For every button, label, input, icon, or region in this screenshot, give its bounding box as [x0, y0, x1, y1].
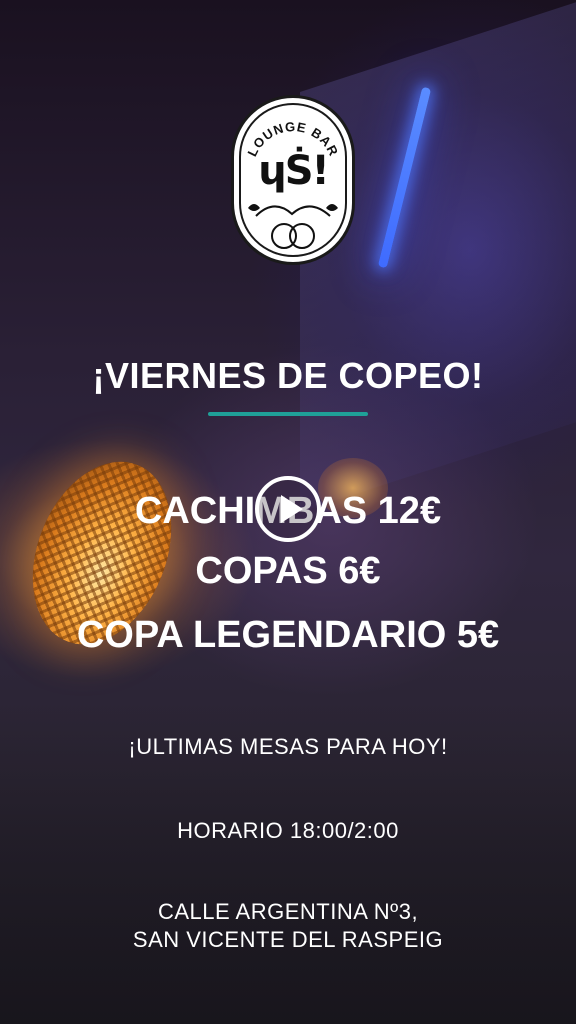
headline-divider: [208, 412, 368, 416]
promo-headline: ¡VIERNES DE COPEO!: [92, 355, 484, 396]
last-tables-notice: ¡ULTIMAS MESAS PARA HOY!: [128, 734, 448, 759]
address-block: CALLE ARGENTINA Nº3, SAN VICENTE DEL RAS…: [0, 898, 576, 954]
play-icon: [281, 495, 303, 523]
logo-mark: ɥṠ!: [258, 148, 330, 194]
opening-hours: HORARIO 18:00/2:00: [177, 818, 399, 843]
lounge-bar-logo: LOUNGE BAR ɥṠ!: [231, 95, 355, 265]
address-line-1: CALLE ARGENTINA Nº3,: [157, 899, 419, 924]
address-line-2: SAN VICENTE DEL RASPEIG: [132, 927, 444, 952]
play-button[interactable]: [255, 476, 321, 542]
price-line-drinks: COPAS 6€: [195, 550, 381, 592]
price-line-legendario: COPA LEGENDARIO 5€: [76, 614, 500, 656]
